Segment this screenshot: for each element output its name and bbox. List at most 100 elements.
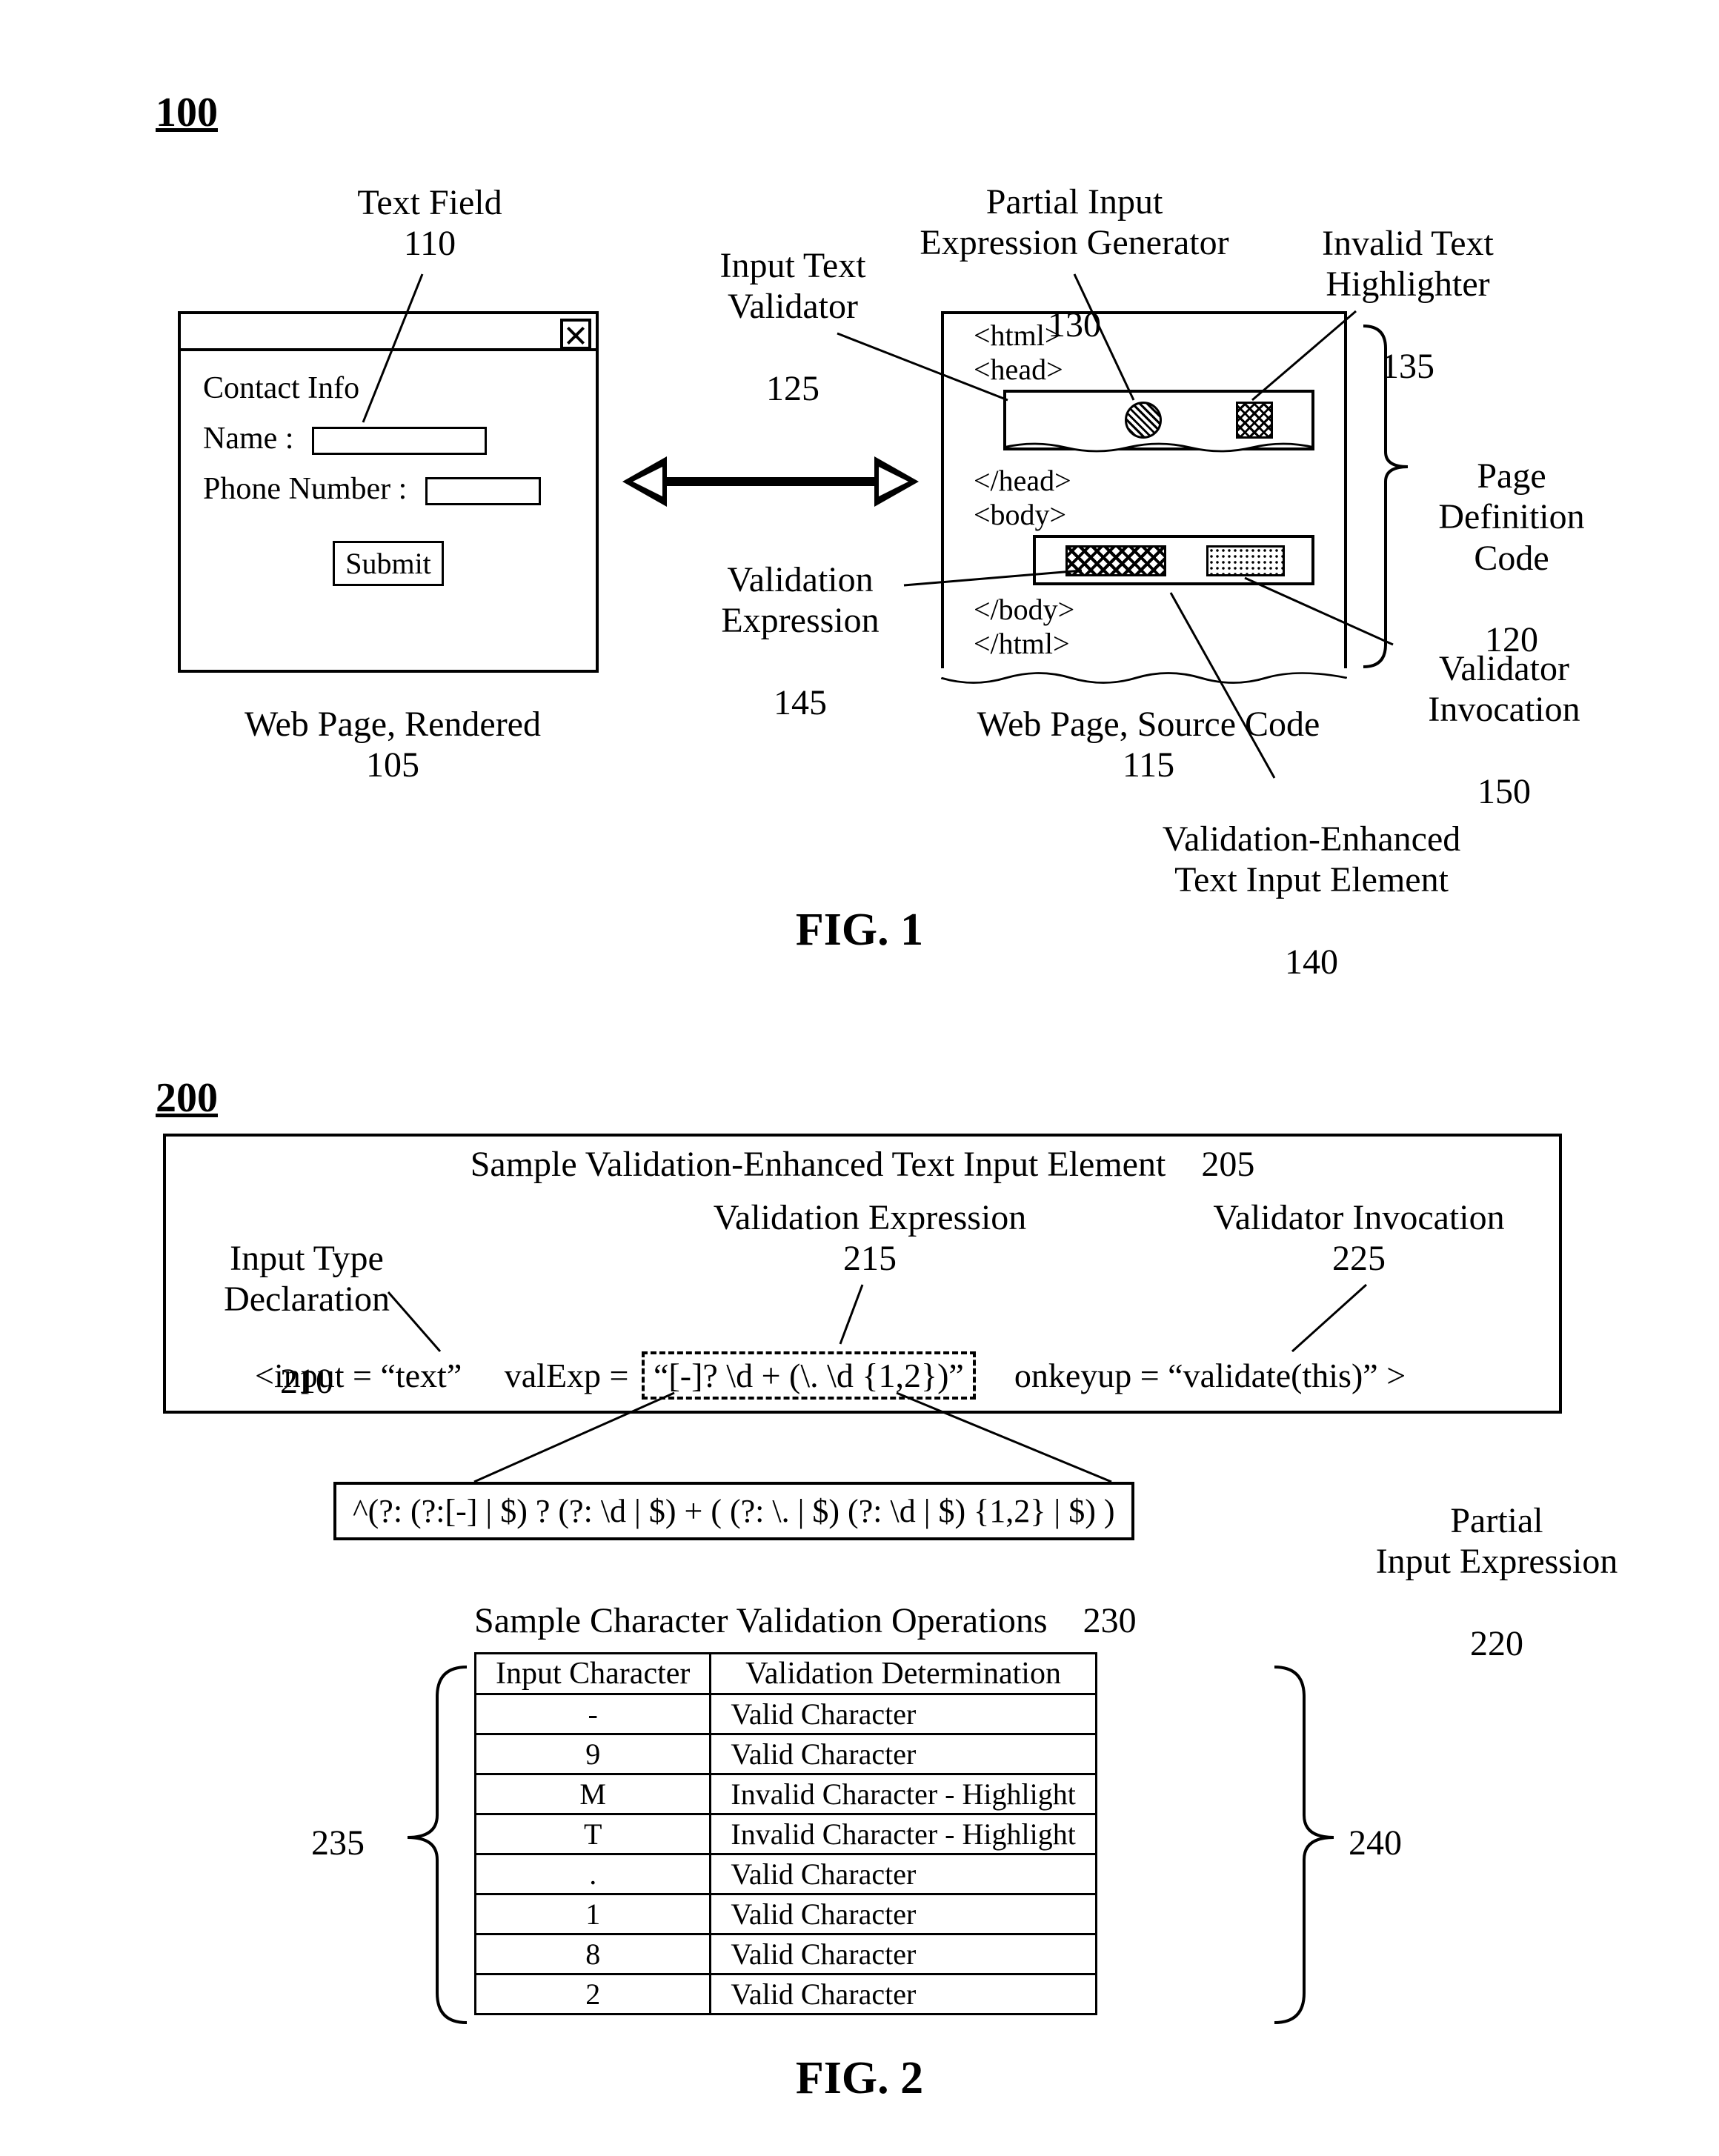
code-seg4: onkeyup = “validate(this)” > (1014, 1357, 1406, 1394)
figure-1-ref: 100 (156, 89, 218, 136)
text: Invalid Text Highlighter (1322, 224, 1494, 304)
num: 110 (404, 224, 456, 263)
cell-ch: M (476, 1774, 711, 1814)
partial-expression-box: ^(?: (?:[-] | $) ? (?: \d | $) + ( (?: \… (333, 1482, 1134, 1540)
label-validation-expression: Validation Expression 145 (696, 519, 904, 723)
table-row: TInvalid Character - Highlight (476, 1814, 1097, 1854)
num: 115 (1123, 745, 1174, 785)
cell-ch: T (476, 1814, 711, 1854)
partial-expression: ^(?: (?:[-] | $) ? (?: \d | $) + ( (?: \… (353, 1493, 1115, 1529)
cell-ch: . (476, 1854, 711, 1894)
src-l6: </html> (944, 628, 1344, 662)
figure-2-title: FIG. 2 (0, 2052, 1719, 2105)
code-seg3-box: “[-]? \d + (\. \d {1,2})” (642, 1351, 976, 1400)
table-header-row: Input Character Validation Determination (476, 1654, 1097, 1694)
window-titlebar (181, 314, 596, 351)
text: Validation Expression (721, 560, 879, 640)
table-title-num: 230 (1083, 1601, 1137, 1640)
code-seg3: “[-]? \d + (\. \d {1,2})” (654, 1357, 964, 1394)
text: Text Field (357, 183, 502, 222)
text: Page Definition Code (1438, 456, 1584, 577)
text: Partial Input Expression Generator (920, 182, 1228, 262)
src-l5: </body> (944, 590, 1344, 628)
submit-button[interactable]: Submit (333, 541, 444, 586)
partial-generator-icon (1125, 402, 1162, 439)
close-icon[interactable] (560, 319, 591, 350)
text: Web Page, Source Code (977, 705, 1320, 744)
figure-2-ref: 200 (156, 1074, 218, 1122)
row-name: Name : (203, 421, 573, 456)
validation-expression-icon (1065, 545, 1166, 576)
validation-table: Input Character Validation Determination… (474, 1652, 1097, 2015)
figure-1-title: FIG. 1 (0, 904, 1719, 956)
text: Validation-Enhanced Text Input Element (1163, 819, 1461, 899)
num: 225 (1332, 1239, 1386, 1278)
heading: Contact Info (203, 370, 573, 406)
text: Input Text Validator (719, 246, 865, 326)
label-partial-expression: Partial Input Expression 220 (1363, 1460, 1630, 1664)
table-row: .Valid Character (476, 1854, 1097, 1894)
code-seg1: <input = “text” (255, 1357, 462, 1394)
row-phone: Phone Number : (203, 471, 573, 507)
sample-title-row: Sample Validation-Enhanced Text Input El… (166, 1144, 1559, 1185)
table-row: 8Valid Character (476, 1934, 1097, 1974)
cell-ch: - (476, 1694, 711, 1734)
head-script-box (1003, 390, 1314, 450)
label-validator-invocation-2: Validator Invocation 225 (1188, 1197, 1529, 1279)
num: 105 (366, 745, 419, 785)
table-row: MInvalid Character - Highlight (476, 1774, 1097, 1814)
caption-source: Web Page, Source Code 115 (948, 704, 1349, 785)
cell-ch: 9 (476, 1734, 711, 1774)
cell-det: Invalid Character - Highlight (711, 1814, 1096, 1854)
table-row: 1Valid Character (476, 1894, 1097, 1934)
window-content: Contact Info Name : Phone Number : Submi… (181, 351, 596, 616)
num: 220 (1470, 1624, 1523, 1663)
num: 125 (766, 369, 819, 408)
cell-det: Valid Character (711, 1974, 1096, 2014)
name-label: Name : (203, 422, 293, 456)
phone-input[interactable] (425, 477, 541, 505)
cell-det: Invalid Character - Highlight (711, 1774, 1096, 1814)
sample-element-box: Sample Validation-Enhanced Text Input El… (163, 1134, 1562, 1414)
cell-det: Valid Character (711, 1694, 1096, 1734)
sample-title: Sample Validation-Enhanced Text Input El… (471, 1145, 1166, 1184)
table-title: Sample Character Validation Operations (474, 1601, 1048, 1640)
label-text-field: Text Field 110 (333, 182, 526, 264)
text: Validator Invocation (1428, 649, 1580, 729)
name-input[interactable] (312, 427, 487, 455)
caption-rendered: Web Page, Rendered 105 (207, 704, 578, 785)
bidirectional-arrow-icon (622, 452, 919, 511)
phone-label: Phone Number : (203, 472, 407, 506)
src-l2: <head> (944, 354, 1344, 388)
cell-ch: 1 (476, 1894, 711, 1934)
torn-edge-icon (941, 668, 1347, 688)
table-row: -Valid Character (476, 1694, 1097, 1734)
cell-det: Valid Character (711, 1894, 1096, 1934)
label-validation-expression-2: Validation Expression 215 (685, 1197, 1055, 1279)
text: Validation Expression (714, 1198, 1027, 1237)
cell-ch: 8 (476, 1934, 711, 1974)
table-row: 9Valid Character (476, 1734, 1097, 1774)
text: Partial Input Expression (1376, 1501, 1618, 1581)
num: 145 (774, 683, 827, 722)
cell-ch: 2 (476, 1974, 711, 2014)
left-brace-num: 235 (311, 1823, 365, 1863)
validator-invocation-icon (1206, 545, 1285, 576)
cell-det: Valid Character (711, 1734, 1096, 1774)
src-l1: <html> (944, 314, 1344, 354)
cell-det: Valid Character (711, 1854, 1096, 1894)
sample-title-num: 205 (1201, 1145, 1254, 1184)
text: Validator Invocation (1213, 1198, 1504, 1237)
text: Web Page, Rendered (245, 705, 541, 744)
rendered-web-page: Contact Info Name : Phone Number : Submi… (178, 311, 599, 673)
src-l4: <body> (944, 499, 1344, 533)
text: Input Type Declaration (224, 1239, 390, 1319)
col-input-char: Input Character (476, 1654, 711, 1694)
src-l3: </head> (944, 455, 1344, 499)
num: 135 (1381, 347, 1434, 386)
label-input-validator: Input Text Validator 125 (689, 204, 897, 409)
table-row: 2Valid Character (476, 1974, 1097, 2014)
col-validation-det: Validation Determination (711, 1654, 1096, 1694)
table-title-row: Sample Character Validation Operations 2… (474, 1600, 1137, 1641)
code-seg2: valExp = (505, 1357, 629, 1394)
